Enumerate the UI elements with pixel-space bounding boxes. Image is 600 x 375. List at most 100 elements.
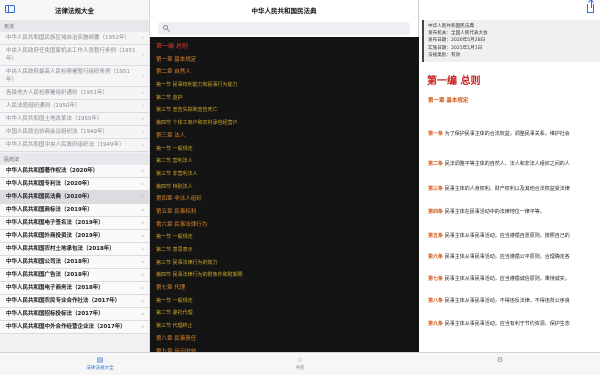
law-name: 中华人民共和国电子商务法（2018年） <box>6 285 104 291</box>
toc-item[interactable]: 第一节 一般规定 <box>156 231 419 244</box>
article-paragraph: 第九条 民事主体从事民事活动，应当有利于节约资源、保护生态 <box>420 320 570 328</box>
law-list-item[interactable]: 中华人民共和国农村土地承包法（2018年） › <box>0 243 149 256</box>
article-number: 第一条 <box>428 131 445 137</box>
article-text: 民事主体从事民事活动，不得违反法律，不得违背公序良 <box>444 298 570 304</box>
toc-item[interactable]: 第二节 委托代理 <box>156 307 419 320</box>
toc-item[interactable]: 第三章 法人 <box>156 130 419 143</box>
law-list-item[interactable]: 中华人民共和国民族区域自治实施纲要（1952年） › <box>0 32 149 45</box>
law-name: 中华人民共和国土地改革法（1950年） <box>6 116 103 122</box>
law-list-item[interactable]: 人民法庭组织通则（1950年） › <box>0 100 149 113</box>
toc-item[interactable]: 第四章 非法人组织 <box>156 193 419 206</box>
toc-item[interactable]: 第八章 民事责任 <box>156 333 419 346</box>
law-list-item[interactable]: 中华人民共和国电子商务法（2018年） › <box>0 282 149 295</box>
chevron-right-icon: › <box>141 141 144 149</box>
law-name: 人民法庭组织通则（1950年） <box>6 103 81 109</box>
law-list-item[interactable]: 中华人民共和国电子签名法（2019年） › <box>0 217 149 230</box>
sidebar-toggle-icon[interactable] <box>5 5 15 13</box>
law-list-item[interactable]: 中华人民共和国招标投标法（2017年） › <box>0 308 149 321</box>
toc-item[interactable]: 第二节 营利法人 <box>156 155 419 168</box>
chevron-right-icon: › <box>141 180 144 188</box>
toc-item[interactable]: 第一章 基本规定 <box>156 54 419 67</box>
toc-item[interactable]: 第四节 特别法人 <box>156 181 419 194</box>
article-text: 民事主体从事民事活动，应当遵循诚信原则，秉持诚实， <box>444 276 570 282</box>
law-name: 各级地方人民检察署组织通则（1951年） <box>6 90 108 96</box>
law-name: 中华人民共和国民族区域自治实施纲要（1952年） <box>6 35 130 41</box>
law-name: 中华人民共和国广告法（2018年） <box>6 272 93 278</box>
law-list-item[interactable]: 中央人民政府任免国家机关工作人员暂行条例（1951年） › <box>0 45 149 66</box>
toc-item[interactable]: 第五章 民事权利 <box>156 206 419 219</box>
law-list-item[interactable]: 中央人民政府最高人民检察署暂行组织条例（1951年） › <box>0 66 149 87</box>
toc-item[interactable]: 第三节 宣告失踪和宣告死亡 <box>156 104 419 117</box>
law-name: 中华人民共和国著作权法（2020年） <box>6 168 99 174</box>
chevron-right-icon: › <box>141 89 144 97</box>
article-toolbar <box>420 0 600 20</box>
article-paragraph: 第四条 民事主体在民事活动中的法律地位一律平等。 <box>420 208 545 216</box>
law-name: 中华人民共和国电子签名法（2019年） <box>6 220 104 226</box>
article-paragraph: 第七条 民事主体从事民事活动，应当遵循诚信原则，秉持诚实， <box>420 275 570 283</box>
chevron-right-icon: › <box>141 34 144 42</box>
toc-item[interactable]: 第一节 民事权利能力和民事行为能力 <box>156 79 419 92</box>
gear-icon: ⚙ <box>496 356 504 364</box>
toc-item[interactable]: 第六章 民事法律行为 <box>156 219 419 232</box>
law-info-line: 法规类别：有效 <box>428 52 461 58</box>
share-icon[interactable] <box>587 0 594 13</box>
law-list-item[interactable]: 中华人民共和国中央人民政府组织法（1949年） › <box>0 139 149 152</box>
law-list-item[interactable]: 中华人民共和国广告法（2018年） › <box>0 269 149 282</box>
tab-bookmarks-label: 书签 <box>295 366 305 371</box>
chevron-right-icon: › <box>141 297 144 305</box>
toc-item[interactable]: 第一节 一般规定 <box>156 143 419 156</box>
law-info-line: 发布日期：2020年5月28日 <box>428 38 486 44</box>
chevron-right-icon: › <box>141 258 144 266</box>
chevron-right-icon: › <box>141 323 144 331</box>
law-list-item[interactable]: 中华人民共和国商标法（2019年） › <box>0 204 149 217</box>
article-number: 第三条 <box>428 186 445 192</box>
law-list-item[interactable]: 中华人民共和国中外合作经营企业法（2017年） › <box>0 321 149 334</box>
chevron-right-icon: › <box>141 102 144 110</box>
law-info-line: 中华人民共和国民法典 <box>428 24 474 29</box>
chevron-right-icon: › <box>141 167 144 175</box>
chevron-right-icon: › <box>141 310 144 318</box>
article-number: 第九条 <box>428 321 445 327</box>
search-field[interactable] <box>158 22 410 35</box>
article-paragraph: 第八条 民事主体从事民事活动，不得违反法律，不得违背公序良 <box>420 297 570 305</box>
toc-item[interactable]: 第三节 民事法律行为的效力 <box>156 257 419 270</box>
toc-item[interactable]: 第一节 一般规定 <box>156 295 419 308</box>
toc-item[interactable]: 第一编 总则 <box>156 41 419 54</box>
law-list-item[interactable]: 中华人民共和国农民专业合作社法（2017年） › <box>0 295 149 308</box>
chevron-right-icon: › <box>141 284 144 292</box>
law-name: 中华人民共和国中央人民政府组织法（1949年） <box>6 142 125 148</box>
toc-item[interactable]: 第二节 意思表示 <box>156 244 419 257</box>
toc-item[interactable]: 第三节 代理终止 <box>156 320 419 333</box>
law-list-item[interactable]: 中华人民共和国公司法（2018年） › <box>0 256 149 269</box>
part-title: 第一编 总则 <box>427 76 481 88</box>
chevron-right-icon: › <box>141 219 144 227</box>
toc-item[interactable]: 第七章 代理 <box>156 282 419 295</box>
law-name: 中央人民政府最高人民检察署暂行组织条例（1951年） <box>6 69 130 83</box>
law-list-header: 法律法规大全 <box>0 0 149 20</box>
toc-item[interactable]: 第四节 个体工商户和农村承包经营户 <box>156 117 419 130</box>
article-pane: 中华人民共和国民法典 发布机关：全国人民代表大会 发布日期：2020年5月28日 实施… <box>420 0 600 352</box>
tab-settings[interactable]: ⚙ <box>460 353 540 375</box>
chevron-right-icon: › <box>141 193 144 201</box>
law-list-item[interactable]: 中国人民政治协商会议组织法（1949年） › <box>0 126 149 139</box>
toc-item[interactable]: 第四节 民事法律行为的附条件和附期限 <box>156 269 419 282</box>
toc-item[interactable]: 第二章 自然人 <box>156 66 419 79</box>
article-text: 民事主体的人身权利、财产权利以及其他合法权益受法律 <box>444 186 570 192</box>
law-list-item[interactable]: 中华人民共和国专利法（2020年） › <box>0 178 149 191</box>
section-header-civil-commercial: 民商法 <box>0 153 149 165</box>
toc-item[interactable]: 第三节 非营利法人 <box>156 168 419 181</box>
law-list-item[interactable]: 各级地方人民检察署组织通则（1951年） › <box>0 87 149 100</box>
law-list-item[interactable]: 中华人民共和国土地改革法（1950年） › <box>0 113 149 126</box>
law-list-item[interactable]: 中华人民共和国外商投资法（2019年） › <box>0 230 149 243</box>
search-icon <box>163 25 168 30</box>
tab-bookmarks[interactable]: ☆ 书签 <box>260 353 340 375</box>
book-icon: ▤ <box>96 356 104 364</box>
tab-law-list[interactable]: ▤ 法律法规大全 <box>60 353 140 375</box>
law-name: 中华人民共和国外商投资法（2019年） <box>6 233 104 239</box>
law-list-item-selected[interactable]: 中华人民共和国民法典（2020年） › <box>0 191 149 204</box>
article-text: 为了保护民事主体的合法权益，调整民事关系，维护社会 <box>444 131 570 137</box>
chevron-right-icon: › <box>141 115 144 123</box>
law-list-item[interactable]: 中华人民共和国著作权法（2020年） › <box>0 165 149 178</box>
law-name: 中国人民政治协商会议组织法（1949年） <box>6 129 108 135</box>
toc-item[interactable]: 第二节 监护 <box>156 92 419 105</box>
